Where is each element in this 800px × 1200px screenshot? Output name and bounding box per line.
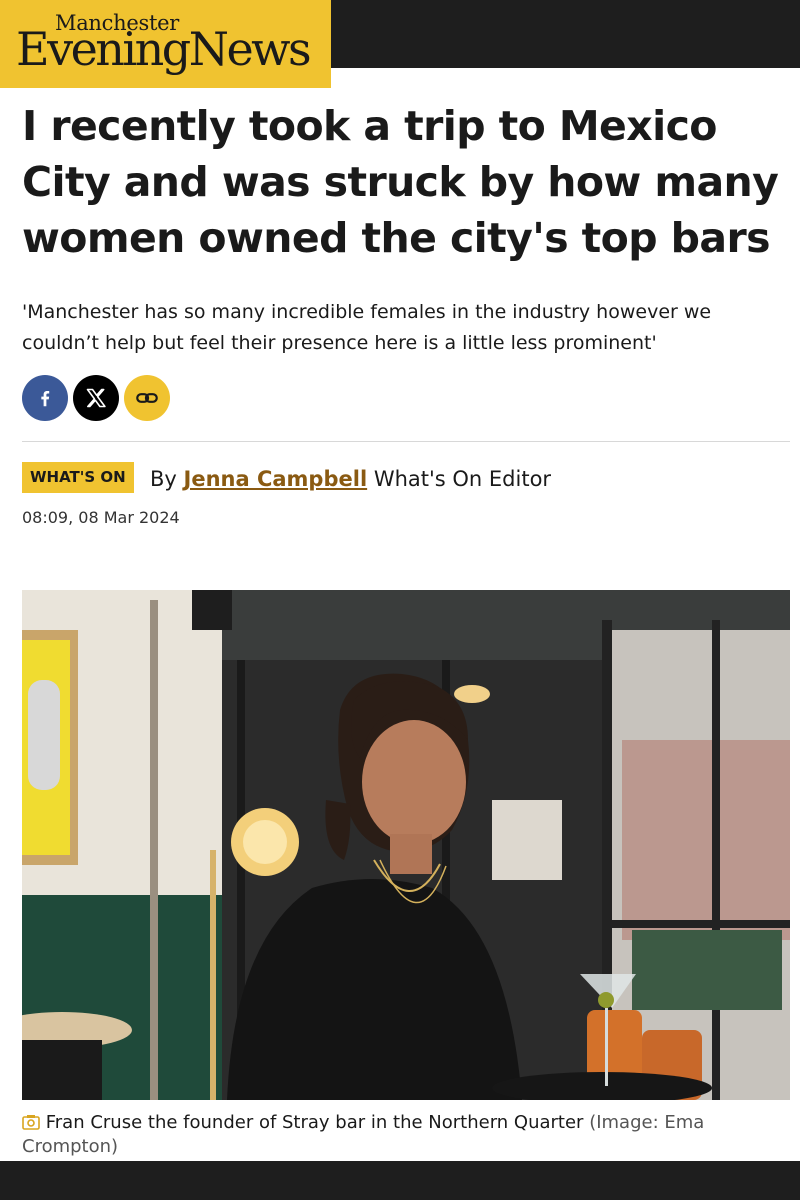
author-link[interactable]: Jenna Campbell bbox=[184, 467, 368, 491]
byline-divider bbox=[22, 441, 790, 442]
image-caption: Fran Cruse the founder of Stray bar in t… bbox=[22, 1111, 782, 1159]
share-facebook-button[interactable] bbox=[22, 375, 68, 421]
x-icon bbox=[86, 388, 106, 408]
share-x-button[interactable] bbox=[73, 375, 119, 421]
copy-link-button[interactable] bbox=[124, 375, 170, 421]
publish-timestamp: 08:09, 08 Mar 2024 bbox=[22, 508, 180, 527]
facebook-icon bbox=[41, 390, 50, 407]
author-role: What's On Editor bbox=[373, 467, 552, 491]
caption-text: Fran Cruse the founder of Stray bar in t… bbox=[45, 1112, 584, 1133]
hero-photo bbox=[22, 590, 790, 1100]
camera-icon bbox=[22, 1115, 40, 1130]
byline-prefix: By bbox=[150, 467, 177, 491]
byline: By Jenna Campbell What's On Editor bbox=[150, 467, 551, 491]
article-headline: I recently took a trip to Mexico City an… bbox=[22, 102, 779, 262]
site-logo[interactable]: Manchester EveningNews bbox=[0, 0, 331, 88]
link-icon bbox=[136, 393, 158, 403]
section-tag[interactable]: WHAT'S ON bbox=[22, 462, 134, 493]
bottom-bar bbox=[0, 1161, 800, 1200]
logo-big-text: EveningNews bbox=[16, 22, 312, 76]
article-hero-image[interactable] bbox=[22, 590, 790, 1100]
article-standfirst: 'Manchester has so many incredible femal… bbox=[22, 301, 712, 354]
